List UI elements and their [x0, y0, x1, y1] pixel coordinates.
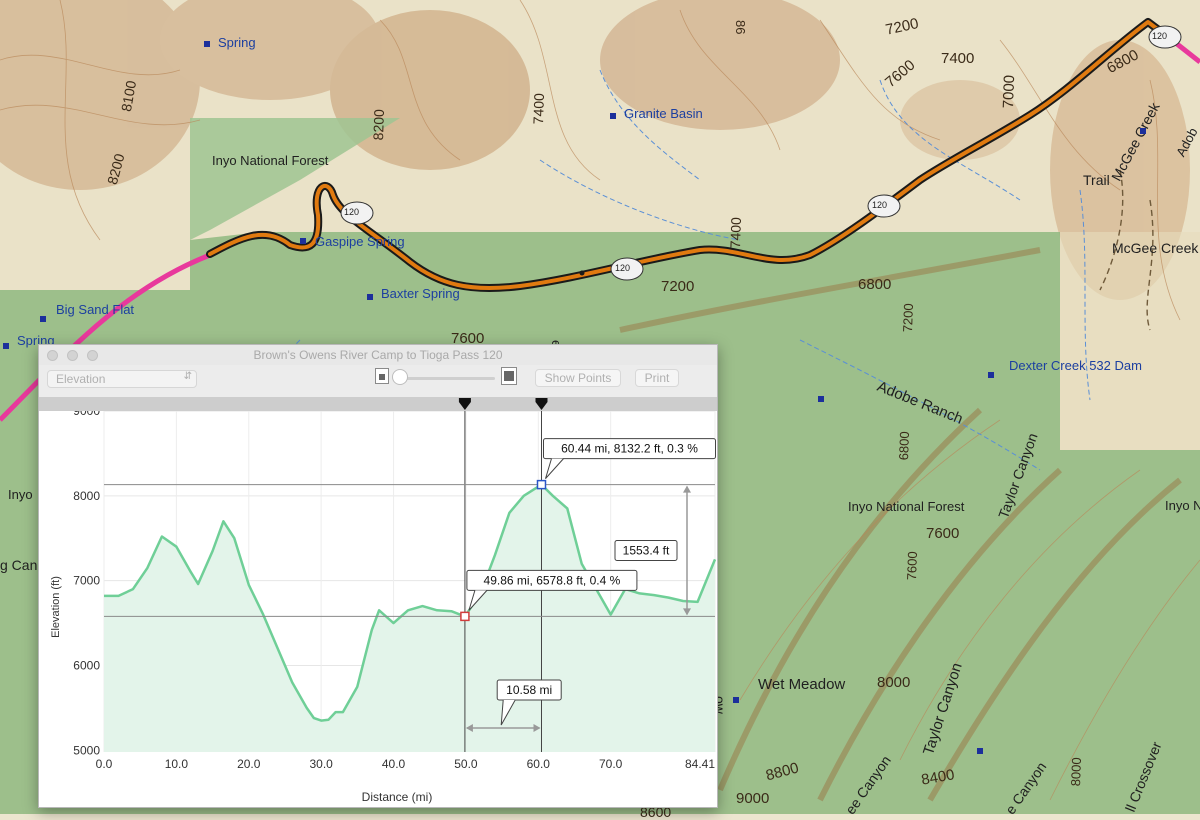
map-label-dexter-creek-dam[interactable]: Dexter Creek 532 Dam: [1009, 358, 1142, 373]
x-axis-label: Distance (mi): [362, 790, 433, 804]
marker-handle-b-icon[interactable]: [535, 398, 548, 410]
x-tick-label: 0.0: [96, 757, 113, 771]
elev-label: 7200: [661, 278, 695, 295]
map-label-inyo-national-forest[interactable]: Inyo National Forest: [212, 153, 328, 168]
route-shield-label: 120: [615, 263, 631, 273]
window-toolbar: Elevation ⇵ Show Points Print: [39, 365, 717, 397]
spring-poi-icon[interactable]: [204, 41, 210, 47]
marker-point-b[interactable]: [536, 479, 547, 490]
window-titlebar[interactable]: Brown's Owens River Camp to Tioga Pass 1…: [39, 345, 717, 365]
elev-label: 8000: [1068, 757, 1085, 787]
elev-label: 9000: [736, 790, 770, 807]
map-label-g-can[interactable]: g Can: [0, 557, 37, 573]
y-tick-label: 7000: [73, 574, 100, 588]
x-tick-label: 30.0: [309, 757, 333, 771]
window-title: Brown's Owens River Camp to Tioga Pass 1…: [253, 348, 503, 362]
mcgee-poi-icon[interactable]: [1140, 128, 1146, 134]
show-points-button[interactable]: Show Points: [535, 369, 621, 387]
elevation-diff-callout: 1553.4 ft: [614, 539, 678, 561]
x-tick-label: 84.41: [685, 757, 715, 771]
x-tick-label: 50.0: [454, 757, 478, 771]
elev-label: 86: [733, 20, 748, 35]
elev-label: 7400: [941, 50, 975, 67]
x-tick-label: 40.0: [382, 757, 406, 771]
map-label-mcgee-creek[interactable]: McGee Creek: [1112, 240, 1198, 256]
elev-label: 8200: [370, 108, 388, 141]
map-label-spring[interactable]: Spring: [218, 35, 256, 50]
chevron-updown-icon: ⇵: [183, 371, 192, 382]
map-label-gaspipe-spring[interactable]: Gaspipe Spring: [315, 234, 405, 249]
zoom-slider-knob[interactable]: [392, 369, 408, 385]
marker-b-callout-text: 60.44 mi, 8132.2 ft, 0.3 %: [561, 442, 698, 456]
wet-meadow-poi-icon[interactable]: [733, 697, 739, 703]
print-button[interactable]: Print: [635, 369, 679, 387]
elevation-chart-svg[interactable]: 60.44 mi, 8132.2 ft, 0.3 % 49.86 mi, 6578…: [39, 404, 717, 807]
map-label-wet-meadow[interactable]: Wet Meadow: [758, 676, 845, 693]
distance-callout-text: 10.58 mi: [506, 683, 552, 697]
elev-label: 7200: [900, 303, 917, 333]
marker-point-a[interactable]: [460, 611, 470, 622]
x-tick-label: 20.0: [237, 757, 261, 771]
profile-type-select[interactable]: Elevation ⇵: [47, 370, 197, 388]
baxter-spring-poi-icon[interactable]: [367, 294, 373, 300]
big-sand-flat-poi-icon[interactable]: [40, 316, 46, 322]
x-tick-label: 70.0: [599, 757, 623, 771]
x-tick-label: 10.0: [165, 757, 189, 771]
elev-label: 7600: [904, 551, 921, 581]
elev-label: 6800: [858, 276, 892, 293]
marker-handle-a-icon[interactable]: [458, 398, 471, 410]
elevation-diff-callout-text: 1553.4 ft: [623, 543, 670, 557]
marker-bar[interactable]: [39, 397, 717, 411]
map-label-granite-basin[interactable]: Granite Basin: [624, 106, 703, 121]
elev-label: 7600: [926, 525, 960, 542]
route-point[interactable]: [579, 270, 585, 276]
y-tick-label: 9000: [73, 411, 100, 418]
y-tick-label: 8000: [73, 489, 100, 503]
map-label-inyo-national-forest-2[interactable]: Inyo National Forest: [848, 499, 964, 514]
granite-basin-poi-icon[interactable]: [610, 113, 616, 119]
route-shield-label: 120: [344, 207, 360, 217]
zoom-in-icon[interactable]: [501, 367, 517, 385]
route-shield-label: 120: [872, 200, 888, 210]
elev-label: 8000: [877, 674, 911, 691]
zoom-slider-track[interactable]: [393, 377, 495, 380]
map-label-inyo-left[interactable]: Inyo: [8, 487, 33, 502]
elevation-profile-window[interactable]: Brown's Owens River Camp to Tioga Pass 1…: [38, 344, 718, 808]
profile-type-value: Elevation: [56, 372, 106, 386]
map-label-trail[interactable]: Trail: [1083, 172, 1110, 188]
elev-label: 7400: [530, 92, 548, 125]
elevation-chart[interactable]: 60.44 mi, 8132.2 ft, 0.3 % 49.86 mi, 6578…: [39, 404, 717, 807]
adobe-ranch-poi-icon[interactable]: [818, 396, 824, 402]
zoom-out-icon[interactable]: [375, 368, 389, 384]
elev-label: 6800: [896, 431, 913, 461]
route-shield-label: 120: [1152, 31, 1168, 41]
map-label-big-sand-flat[interactable]: Big Sand Flat: [56, 302, 134, 317]
canyon-poi-icon[interactable]: [977, 748, 983, 754]
gaspipe-spring-poi-icon[interactable]: [300, 238, 306, 244]
y-axis-label: Elevation (ft): [50, 576, 62, 638]
marker-a-callout-text: 49.86 mi, 6578.8 ft, 0.4 %: [484, 573, 621, 587]
map-label-baxter-spring[interactable]: Baxter Spring: [381, 286, 460, 301]
map-label-inyo-right[interactable]: Inyo N: [1165, 498, 1200, 513]
spring-left-poi-icon[interactable]: [3, 343, 9, 349]
y-tick-label: 5000: [73, 743, 100, 757]
elev-label: 7400: [727, 216, 745, 249]
y-tick-label: 6000: [73, 658, 100, 672]
x-tick-label: 60.0: [527, 757, 551, 771]
dexter-dam-poi-icon[interactable]: [988, 372, 994, 378]
elev-label: 7000: [1000, 74, 1019, 109]
